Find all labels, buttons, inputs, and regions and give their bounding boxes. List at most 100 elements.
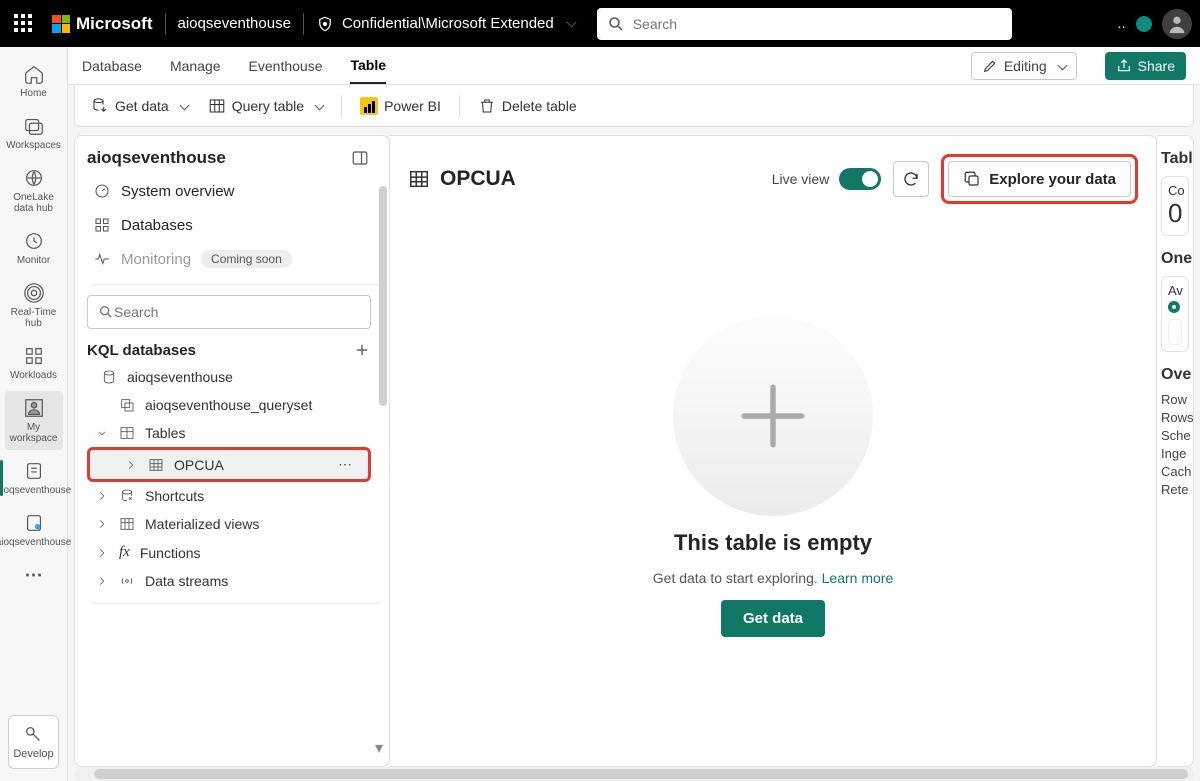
kql-databases-section: KQL databases: [87, 341, 371, 359]
person-box-icon: [23, 397, 45, 419]
wrench-icon: [23, 724, 45, 746]
pencil-icon: [982, 58, 998, 74]
more-icon[interactable]: ⋯: [338, 456, 354, 473]
tab-manage[interactable]: Manage: [170, 49, 221, 83]
home-icon: [23, 63, 45, 85]
tree-tables-folder[interactable]: Tables: [87, 419, 385, 447]
empty-title: This table is empty: [674, 530, 872, 556]
nav-system-overview[interactable]: System overview: [87, 174, 385, 208]
table-canvas: OPCUA Live view Explore your data: [390, 135, 1157, 767]
search-input[interactable]: [633, 16, 1002, 32]
tab-table[interactable]: Table: [350, 48, 386, 84]
rail-develop[interactable]: Develop: [8, 715, 59, 769]
person-icon: [1166, 13, 1188, 35]
shield-icon: [316, 15, 334, 33]
global-search[interactable]: [597, 8, 1012, 40]
power-bi-icon: [360, 97, 378, 115]
rail-realtime-hub[interactable]: Real-Time hub: [5, 276, 63, 335]
brand-label: Microsoft: [76, 14, 153, 34]
onelake-icon: [23, 167, 45, 189]
eventhouse-icon: [23, 460, 45, 482]
scroll-down-caret-icon[interactable]: ▾: [375, 738, 383, 758]
tree-scrollbar[interactable]: [379, 176, 387, 476]
avatar[interactable]: [1162, 9, 1192, 39]
chevron-right-icon: [95, 489, 109, 503]
tree-functions-folder[interactable]: fx Functions: [87, 538, 385, 567]
left-nav-rail: Home Workspaces OneLake data hub Monitor…: [0, 47, 68, 781]
rail-onelake[interactable]: OneLake data hub: [5, 161, 63, 220]
gauge-icon: [93, 182, 111, 200]
empty-state: This table is empty Get data to start ex…: [408, 204, 1138, 748]
highlight-explore: Explore your data: [941, 154, 1138, 204]
search-icon: [607, 15, 625, 33]
panel-toggle-icon[interactable]: [351, 149, 369, 167]
table-icon: [208, 97, 226, 115]
chevron-down-icon: [175, 98, 188, 114]
rail-eventhouse-2[interactable]: aioqseventhouse: [5, 506, 63, 554]
separator: [165, 13, 166, 35]
tab-eventhouse[interactable]: Eventhouse: [249, 49, 323, 83]
stream-icon: [119, 573, 135, 589]
table-icon: [408, 168, 430, 190]
rail-my-workspace[interactable]: My workspace: [5, 391, 63, 450]
table-icon: [119, 516, 135, 532]
database-icon: [101, 369, 117, 385]
rail-workspaces[interactable]: Workspaces: [5, 109, 63, 157]
tree-datastreams-folder[interactable]: Data streams: [87, 567, 385, 595]
microsoft-logo: Microsoft: [52, 14, 153, 34]
refresh-button[interactable]: [893, 161, 929, 197]
table-toolbar: Get data Query table Power BI Delete tab…: [74, 85, 1194, 127]
tree-search-input[interactable]: [114, 304, 360, 320]
chevron-right-icon: [95, 546, 109, 560]
eventhouse-icon: [23, 512, 45, 534]
rail-more[interactable]: ⋯: [5, 560, 63, 592]
pulse-icon: [93, 250, 111, 268]
chevron-down-icon: [310, 98, 323, 114]
coming-soon-badge: Coming soon: [201, 250, 292, 268]
tree-shortcuts-folder[interactable]: Shortcuts: [87, 482, 385, 510]
horizontal-scrollbar[interactable]: [74, 767, 1194, 781]
rail-home[interactable]: Home: [5, 57, 63, 105]
tree-opcua-table[interactable]: OPCUA ⋯: [90, 450, 368, 479]
get-data-tool[interactable]: Get data: [87, 93, 192, 119]
get-data-button[interactable]: Get data: [721, 600, 825, 637]
search-icon: [98, 304, 114, 320]
database-download-icon: [91, 97, 109, 115]
separator: [303, 13, 304, 35]
radio-selected-icon[interactable]: [1168, 301, 1180, 313]
share-button[interactable]: Share: [1105, 52, 1186, 80]
empty-subtitle: Get data to start exploring. Learn more: [653, 570, 893, 586]
tree-db-node[interactable]: aioqseventhouse: [87, 363, 385, 391]
rail-eventhouse-1[interactable]: aioqseventhouse: [5, 454, 63, 502]
tree-title: aioqseventhouse: [87, 148, 226, 168]
tree-search[interactable]: [87, 295, 371, 329]
app-launcher-icon[interactable]: [14, 14, 34, 34]
realtime-icon: [23, 282, 45, 304]
query-table-tool[interactable]: Query table: [204, 93, 327, 119]
explore-data-button[interactable]: Explore your data: [948, 161, 1131, 197]
nav-databases[interactable]: Databases: [87, 208, 385, 242]
rail-monitor[interactable]: Monitor: [5, 224, 63, 272]
live-view-toggle[interactable]: Live view: [772, 168, 882, 190]
page-tabs: Database Manage Eventhouse Table Editing…: [68, 47, 1200, 85]
delete-table-tool[interactable]: Delete table: [474, 93, 581, 119]
toggle-switch[interactable]: [839, 168, 881, 190]
editing-button[interactable]: Editing: [971, 52, 1077, 80]
plus-icon[interactable]: [353, 341, 371, 359]
sensitivity-label[interactable]: Confidential\Microsoft Extended: [316, 15, 575, 33]
tab-database[interactable]: Database: [82, 49, 142, 83]
learn-more-link[interactable]: Learn more: [822, 570, 894, 586]
database-tree-panel: aioqseventhouse System overview Database…: [74, 135, 390, 767]
chevron-down-icon: [95, 426, 109, 440]
details-panel-collapsed: Tabl Co 0 One Av Ove Row Rows Sche Inge …: [1157, 135, 1194, 767]
tree-matviews-folder[interactable]: Materialized views: [87, 510, 385, 538]
power-bi-tool[interactable]: Power BI: [356, 93, 445, 119]
details-header: Tabl: [1161, 150, 1189, 168]
chevron-down-icon: [1053, 58, 1066, 74]
workspace-crumb[interactable]: aioqseventhouse: [178, 15, 291, 32]
tree-queryset-node[interactable]: aioqseventhouse_queryset: [87, 391, 385, 419]
rail-workloads[interactable]: Workloads: [5, 339, 63, 387]
share-icon: [1116, 58, 1132, 74]
fx-icon: fx: [119, 544, 130, 561]
copy-icon: [963, 170, 981, 188]
